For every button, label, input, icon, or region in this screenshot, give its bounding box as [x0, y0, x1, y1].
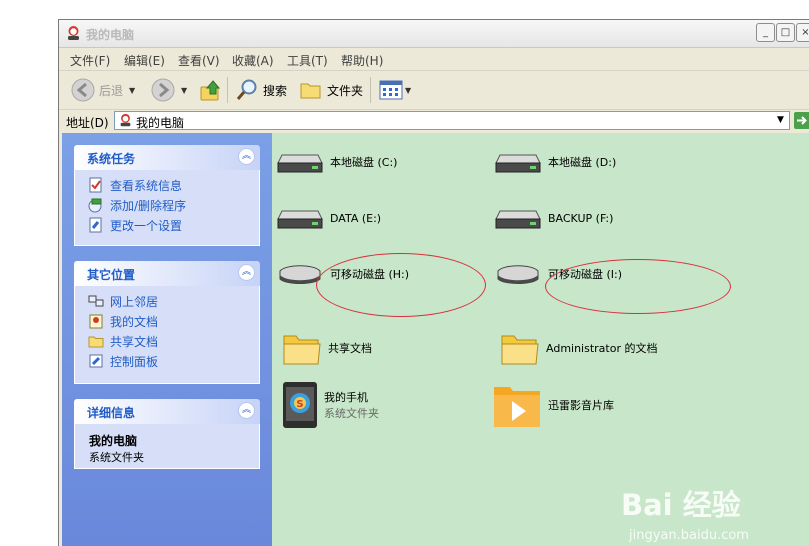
xunlei-video-library[interactable]: 迅雷影音片库	[492, 381, 614, 429]
up-button[interactable]	[199, 71, 223, 109]
task-view-system-info[interactable]: 查看系统信息	[75, 175, 259, 195]
details-name: 我的电脑	[89, 434, 138, 448]
documents-icon	[89, 314, 103, 329]
minimize-button[interactable]: _	[756, 23, 775, 42]
address-dropdown-icon[interactable]: ▼	[772, 112, 789, 129]
folder-icon	[501, 335, 539, 365]
phone-icon: S	[283, 382, 317, 428]
task-change-setting[interactable]: 更改一个设置	[75, 215, 259, 235]
address-bar: 地址(D) 我的电脑 ▼	[59, 110, 809, 132]
shared-documents-folder[interactable]: 共享文档	[282, 330, 372, 366]
menu-help[interactable]: 帮助(H)	[341, 52, 383, 69]
folder-icon	[88, 336, 104, 348]
chevron-down-icon[interactable]: ▼	[129, 86, 135, 95]
system-tasks-panel: 系统任务 ︽ 查看系统信息 添加/删除程序 更改一个设置	[74, 145, 260, 246]
search-button[interactable]: 搜索	[235, 71, 287, 109]
drive-f[interactable]: BACKUP (F:)	[494, 205, 613, 231]
svg-text:S: S	[296, 399, 303, 410]
task-pane: 系统任务 ︽ 查看系统信息 添加/删除程序 更改一个设置 其它位置 ︽ 网上邻居…	[62, 133, 272, 546]
address-value: 我的电脑	[136, 116, 185, 130]
phone-labels: 我的手机 系统文件夹	[324, 391, 379, 420]
highlight-ellipse-i	[545, 259, 731, 314]
forward-arrow-icon	[151, 78, 175, 102]
task-add-remove-programs[interactable]: 添加/删除程序	[75, 195, 259, 215]
details-type: 系统文件夹	[89, 451, 144, 464]
menu-edit[interactable]: 编辑(E)	[124, 52, 165, 69]
settings-icon	[89, 217, 102, 233]
other-places-header[interactable]: 其它位置 ︽	[74, 261, 260, 286]
window-title: 我的电脑	[86, 28, 135, 42]
video-library-icon	[494, 387, 540, 427]
explorer-window: 我的电脑 _ □ × 文件(F) 编辑(E) 查看(V) 收藏(A) 工具(T)…	[58, 19, 809, 546]
address-input[interactable]: 我的电脑 ▼	[114, 111, 790, 130]
drive-c[interactable]: 本地磁盘 (C:)	[276, 149, 397, 175]
back-label: 后退	[99, 83, 124, 98]
system-tasks-header[interactable]: 系统任务 ︽	[74, 145, 260, 170]
go-arrow-icon	[797, 116, 807, 125]
back-button[interactable]: 后退 ▼	[71, 71, 135, 109]
hard-drive-icon	[277, 154, 323, 173]
details-title: 详细信息	[87, 406, 136, 420]
toolbar: 后退 ▼ ▼ 搜索 文件夹 ▼	[59, 71, 809, 110]
go-button[interactable]	[794, 112, 809, 129]
menu-favorites[interactable]: 收藏(A)	[232, 52, 274, 69]
menu-file[interactable]: 文件(F)	[70, 52, 110, 69]
network-icon	[88, 295, 104, 307]
system-tasks-title: 系统任务	[87, 152, 136, 166]
restore-button[interactable]: □	[776, 23, 795, 42]
address-label: 地址(D)	[66, 116, 109, 130]
hard-drive-icon	[495, 154, 541, 173]
folder-icon	[300, 83, 321, 99]
place-shared-documents[interactable]: 共享文档	[75, 331, 259, 351]
forward-button[interactable]: ▼	[151, 71, 187, 109]
views-button[interactable]: ▼	[379, 71, 411, 109]
views-grid-icon	[379, 80, 403, 100]
drive-e[interactable]: DATA (E:)	[276, 205, 381, 231]
drive-d[interactable]: 本地磁盘 (D:)	[494, 149, 616, 175]
hard-drive-icon	[277, 210, 323, 229]
search-icon	[236, 79, 257, 100]
content-pane: 本地磁盘 (C:) 本地磁盘 (D:) DATA (E:) BACKUP (F:…	[272, 133, 809, 546]
search-label: 搜索	[263, 83, 288, 98]
my-computer-icon	[68, 26, 79, 40]
other-places-title: 其它位置	[87, 268, 136, 282]
system-info-icon	[89, 177, 102, 193]
toolbar-separator	[370, 77, 371, 103]
chevron-down-icon[interactable]: ▼	[181, 86, 187, 95]
folders-label: 文件夹	[327, 83, 364, 98]
removable-drive-icon	[497, 265, 539, 284]
back-arrow-icon	[71, 78, 95, 102]
details-header[interactable]: 详细信息 ︽	[74, 399, 260, 424]
add-remove-programs-icon	[88, 198, 102, 213]
hard-drive-icon	[495, 210, 541, 229]
details-panel: 详细信息 ︽ 我的电脑 系统文件夹	[74, 399, 260, 469]
menu-tools[interactable]: 工具(T)	[287, 52, 328, 69]
collapse-icon[interactable]: ︽	[238, 148, 255, 165]
control-panel-icon	[89, 354, 103, 368]
my-phone[interactable]: S 我的手机 系统文件夹	[282, 381, 379, 429]
menu-bar: 文件(F) 编辑(E) 查看(V) 收藏(A) 工具(T) 帮助(H)	[59, 48, 809, 71]
other-places-panel: 其它位置 ︽ 网上邻居 我的文档 共享文档 控制面板	[74, 261, 260, 384]
highlight-ellipse-h	[316, 253, 486, 317]
title-bar[interactable]: 我的电脑 _ □ ×	[59, 20, 809, 48]
place-control-panel[interactable]: 控制面板	[75, 351, 259, 371]
close-button[interactable]: ×	[796, 23, 809, 42]
folders-button[interactable]: 文件夹	[299, 71, 363, 109]
my-computer-icon	[120, 113, 131, 127]
collapse-icon[interactable]: ︽	[238, 402, 255, 419]
folder-up-icon	[200, 80, 221, 101]
collapse-icon[interactable]: ︽	[238, 264, 255, 281]
chevron-down-icon[interactable]: ▼	[405, 86, 411, 95]
toolbar-separator	[227, 77, 228, 103]
place-network[interactable]: 网上邻居	[75, 291, 259, 311]
place-my-documents[interactable]: 我的文档	[75, 311, 259, 331]
folder-icon	[283, 335, 321, 365]
administrator-documents-folder[interactable]: Administrator 的文档	[500, 330, 657, 366]
menu-view[interactable]: 查看(V)	[178, 52, 220, 69]
baidu-watermark-brand: Bai 经验	[621, 488, 741, 522]
baidu-watermark-url: jingyan.baidu.com	[629, 528, 749, 543]
